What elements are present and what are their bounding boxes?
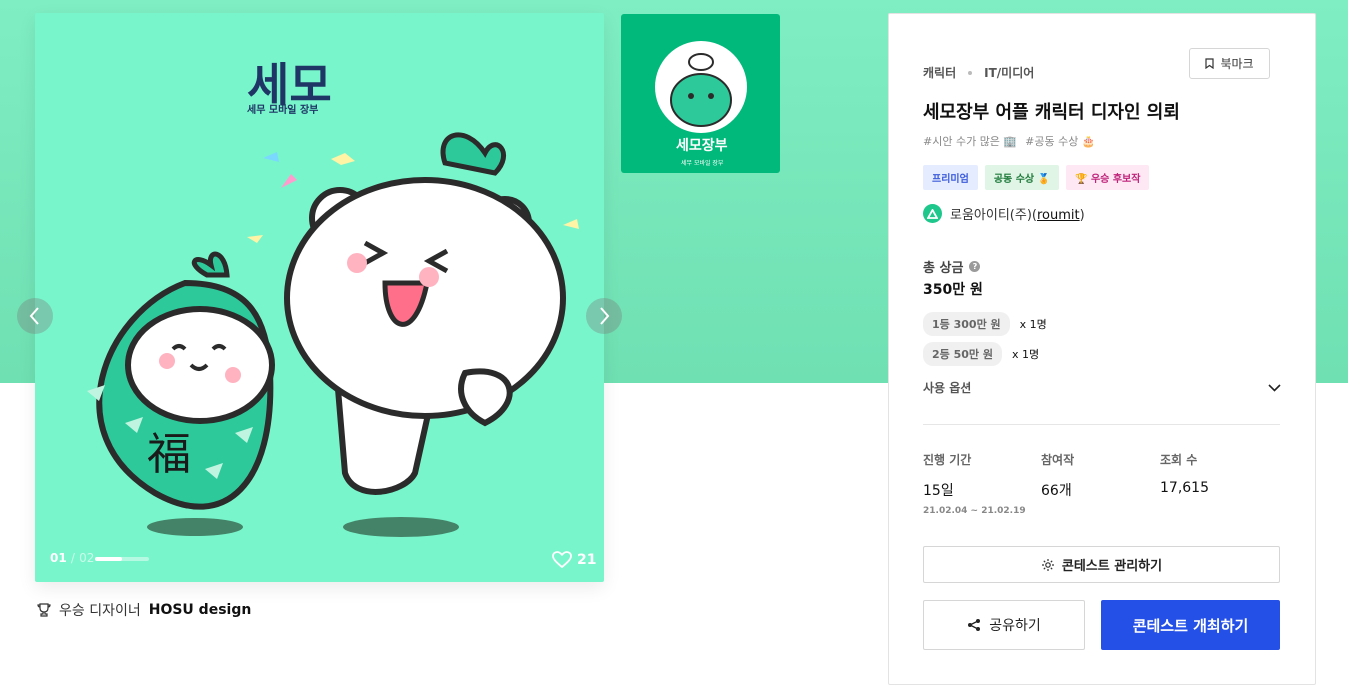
- joint-award-badge: 공동 수상 🏅: [984, 165, 1060, 190]
- designer-label: 우승 디자이너: [59, 603, 141, 619]
- host-contest-label: 콘테스트 개최하기: [1132, 616, 1249, 635]
- main-gallery-image[interactable]: 세모 세무 모바일 장부 福: [35, 13, 604, 582]
- share-button[interactable]: 공유하기: [923, 600, 1085, 650]
- stat-label: 진행 기간: [923, 453, 972, 467]
- divider: [923, 424, 1280, 425]
- character-illustration: 세모 세무 모바일 장부 福: [87, 58, 579, 537]
- subcategory-link[interactable]: IT/미디어: [984, 64, 1034, 81]
- prize-row: 1등 300만 원 x 1명: [923, 312, 1047, 336]
- prize-row: 2등 50만 원 x 1명: [923, 342, 1039, 366]
- prize-rank: 2등 50만 원: [923, 342, 1002, 366]
- share-label: 공유하기: [989, 618, 1041, 634]
- stat-value: 66개: [1041, 483, 1072, 499]
- logo-subtitle: 세무 모바일 장부: [247, 103, 318, 116]
- hashtag-list: #시안 수가 많은 🏢 #공동 수상 🎂: [923, 133, 1096, 149]
- gallery-thumbnail[interactable]: 세모장부 세무 모바일 장부: [621, 14, 780, 173]
- contest-detail-panel: 캐릭터 IT/미디어 북마크 세모장부 어플 캐릭터 디자인 의뢰 #시안 수가…: [888, 13, 1316, 685]
- chevron-left-icon: [29, 307, 39, 325]
- prize-count: x 1명: [1019, 318, 1047, 331]
- designer-name[interactable]: HOSU design: [149, 602, 252, 618]
- breadcrumb-dot: [968, 70, 973, 75]
- like-button[interactable]: 21: [552, 551, 596, 569]
- stat-value: 17,615: [1160, 480, 1209, 496]
- logo-text: 세모: [247, 58, 332, 112]
- hashtag[interactable]: #공동 수상 🎂: [1025, 133, 1095, 149]
- counter-current: 01: [50, 551, 67, 565]
- usage-options-toggle[interactable]: 사용 옵션: [923, 379, 1281, 396]
- thumbnail-illustration: 세모장부 세무 모바일 장부: [655, 41, 747, 167]
- thumbnail-subtitle: 세무 모바일 장부: [681, 159, 724, 167]
- host-contest-button[interactable]: 콘테스트 개최하기: [1101, 600, 1280, 650]
- stat-label: 조회 수: [1160, 453, 1198, 467]
- trophy-icon: [37, 603, 51, 617]
- stat-value: 15일: [923, 483, 954, 499]
- hashtag[interactable]: #시안 수가 많은 🏢: [923, 133, 1017, 149]
- host-handle[interactable]: roumit: [1037, 208, 1080, 223]
- bookmark-label: 북마크: [1220, 57, 1254, 71]
- prize-rank: 1등 300만 원: [923, 312, 1010, 336]
- total-prize-text: 총 상금: [923, 261, 964, 276]
- host-info: 로움아이티(주)(roumit): [923, 204, 1085, 223]
- total-prize-amount: 350만 원: [923, 282, 983, 298]
- share-icon: [968, 619, 981, 631]
- host-company: 로움아이티(주): [950, 208, 1032, 223]
- host-logo-icon: [923, 204, 942, 223]
- stat-label: 참여작: [1041, 453, 1075, 467]
- fortune-character: 福: [147, 429, 191, 480]
- category-link[interactable]: 캐릭터: [923, 64, 956, 81]
- counter-total: 02: [79, 551, 95, 565]
- winning-designer: 우승 디자이너 HOSU design: [37, 600, 251, 620]
- bookmark-button[interactable]: 북마크: [1189, 48, 1270, 79]
- breadcrumb: 캐릭터 IT/미디어: [923, 64, 1034, 81]
- thumbnail-logo: 세모장부: [676, 137, 728, 154]
- counter-separator: /: [70, 551, 75, 565]
- total-prize-label: 총 상금 ?: [923, 257, 981, 276]
- chevron-right-icon: [600, 307, 610, 325]
- host-paren-close: ): [1079, 208, 1085, 223]
- gear-icon: [1041, 558, 1054, 571]
- contest-title: 세모장부 어플 캐릭터 디자인 의뢰: [923, 102, 1180, 123]
- image-progress: [95, 557, 149, 561]
- prize-count: x 1명: [1011, 348, 1040, 361]
- host-name[interactable]: 로움아이티(주)(roumit): [950, 204, 1085, 223]
- premium-badge: 프리미엄: [923, 165, 978, 190]
- heart-icon: [552, 551, 572, 569]
- candidate-badge: 🏆 우승 후보작: [1066, 165, 1150, 190]
- like-count: 21: [577, 552, 597, 568]
- usage-options-label: 사용 옵션: [923, 381, 972, 395]
- manage-contest-button[interactable]: 콘테스트 관리하기: [923, 546, 1280, 583]
- bag-character: 福: [87, 251, 275, 510]
- prev-image-button[interactable]: [17, 298, 53, 334]
- stat-dates: 21.02.04 ~ 21.02.19: [923, 506, 1026, 516]
- bookmark-icon: [1205, 58, 1215, 69]
- next-image-button[interactable]: [586, 298, 622, 334]
- image-progress-fill: [95, 557, 122, 561]
- white-character: [284, 132, 566, 495]
- help-icon[interactable]: ?: [969, 261, 981, 272]
- stat-views: 조회 수 17,615: [1160, 451, 1209, 496]
- stat-entries: 참여작 66개: [1041, 451, 1074, 500]
- manage-contest-label: 콘테스트 관리하기: [1061, 559, 1163, 574]
- stat-period: 진행 기간 15일 21.02.04 ~ 21.02.19: [923, 451, 1026, 516]
- chevron-down-icon: [1268, 383, 1281, 392]
- image-counter: 01 / 02: [50, 551, 94, 565]
- badge-list: 프리미엄 공동 수상 🏅 🏆 우승 후보작: [923, 165, 1150, 190]
